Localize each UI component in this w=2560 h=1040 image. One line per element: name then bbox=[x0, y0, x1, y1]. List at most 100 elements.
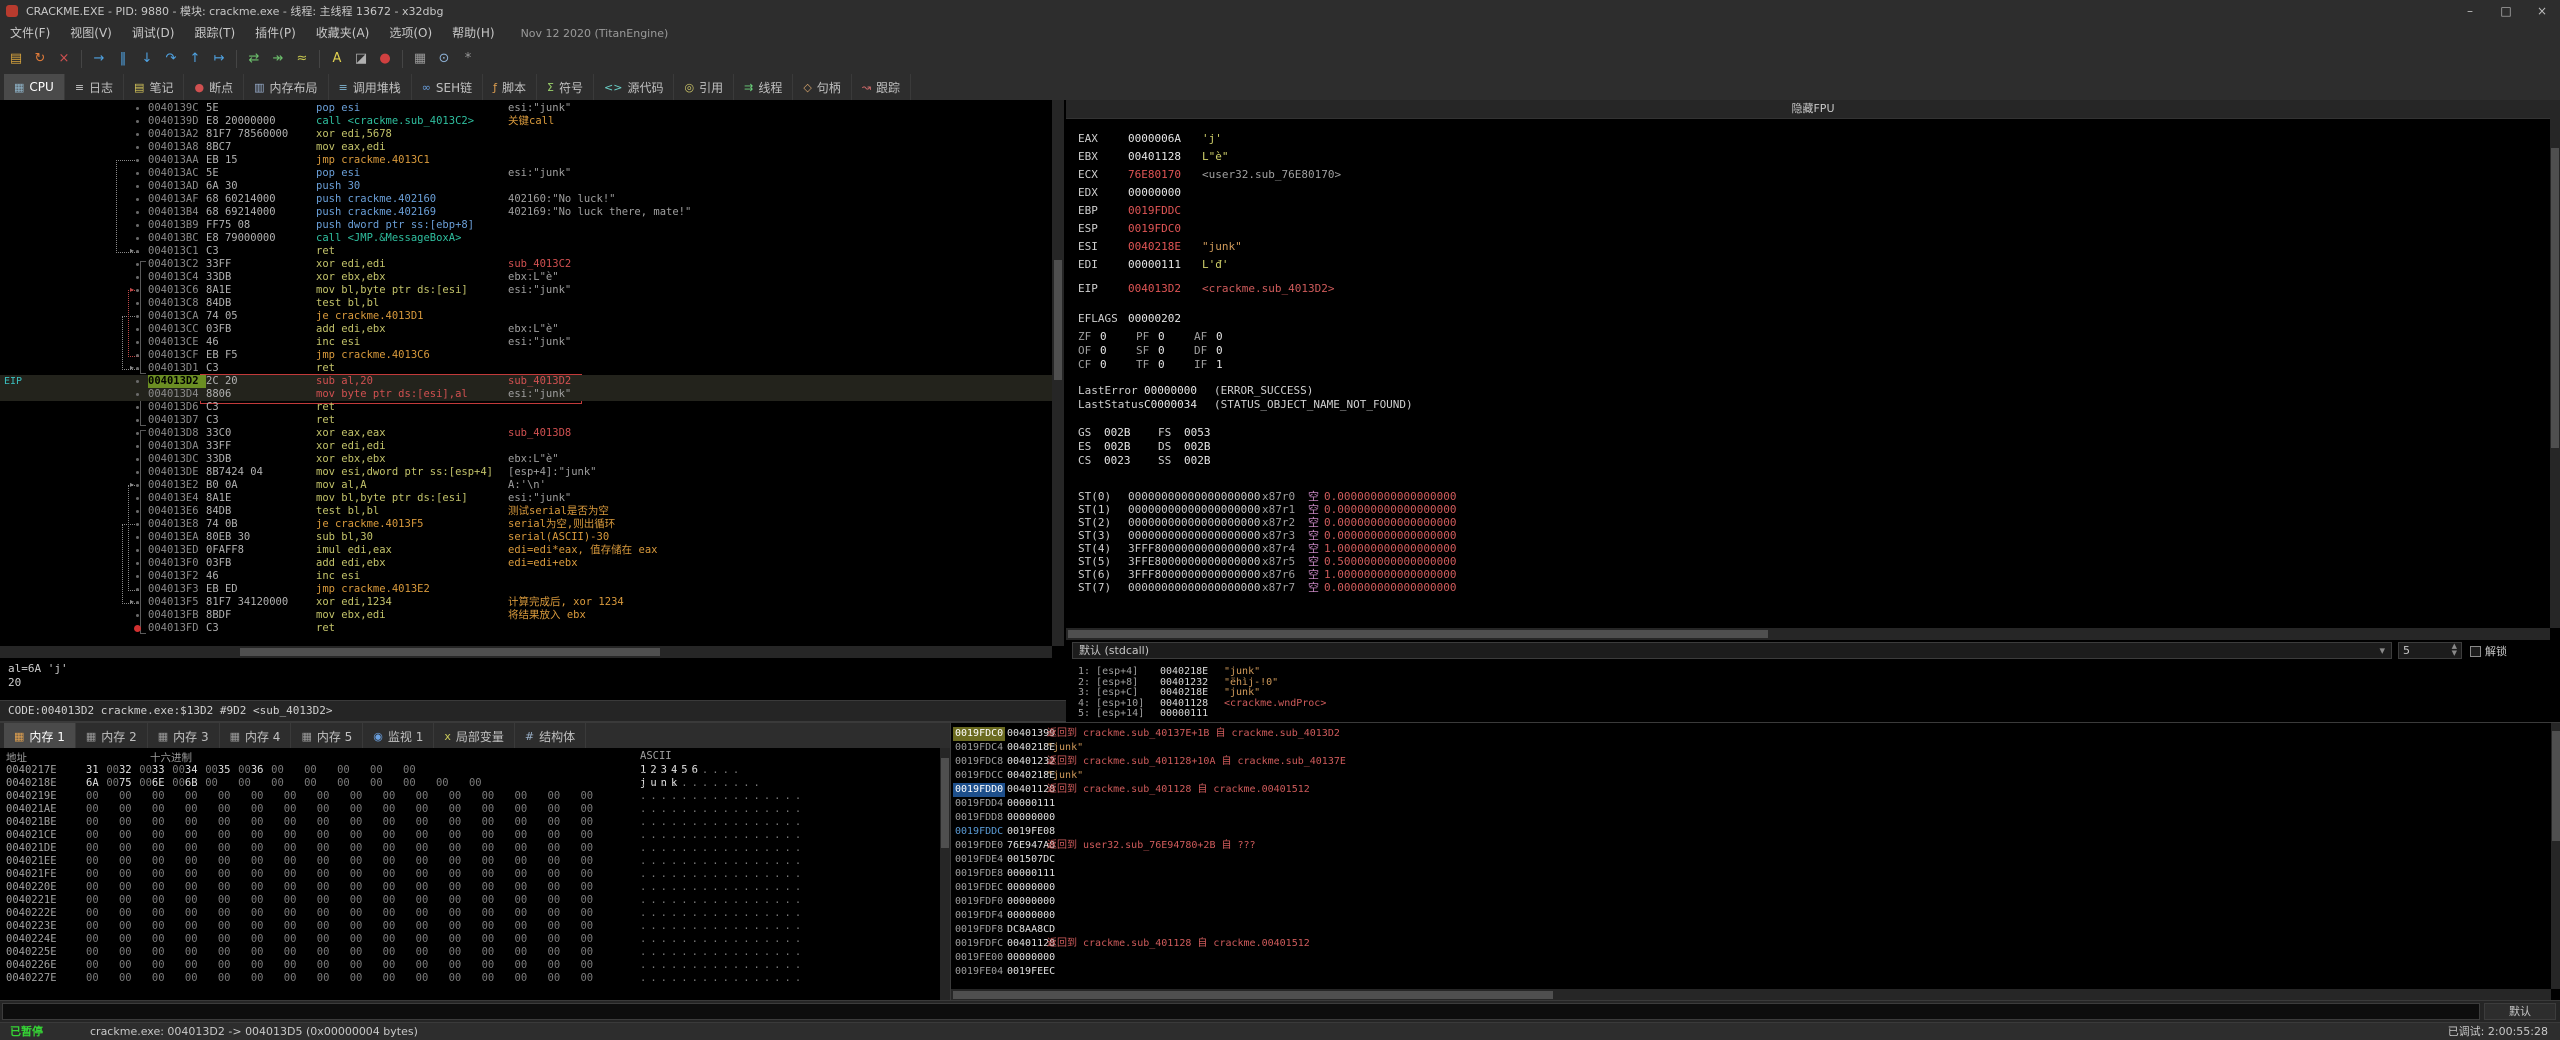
register-line[interactable]: LastStatus C0000034 (STATUS_OBJECT_NAME_NO… bbox=[1066, 398, 2560, 412]
calling-convention-select[interactable]: 默认 (stdcall) ▾ bbox=[1072, 642, 2392, 659]
disasm-row[interactable]: 004013D4 8806 mov byte ptr ds:[esi],al esi:… bbox=[0, 388, 1052, 401]
disasm-row[interactable]: 004013ED 0FAFF8 imul edi,eax edi=edi*eax, 值… bbox=[0, 544, 1052, 557]
tab-memory2[interactable]: ▦ 内存 2 bbox=[76, 723, 148, 749]
disasm-row[interactable]: 004013DE 8B7424 04 mov esi,dword ptr ss:[e… bbox=[0, 466, 1052, 479]
disasm-row[interactable]: 0040139D E8 20000000 call <crackme.sub_401… bbox=[0, 115, 1052, 128]
hex-row[interactable]: 004021BE 00 00 00 00 00 00 00 00 00 00 00… bbox=[0, 816, 950, 829]
register-line[interactable]: ST(2) 00000000000000000000 x87r2 空 0.0000000… bbox=[1066, 516, 2560, 530]
menu-item-3[interactable]: 跟踪(T) bbox=[184, 26, 245, 40]
hex-row[interactable]: 0040223E 00 00 00 00 00 00 00 00 00 00 00… bbox=[0, 920, 950, 933]
stack-row[interactable]: 0019FDE8 00000111 bbox=[951, 867, 2560, 881]
disasm-row[interactable]: 004013D1 C3 ret bbox=[0, 362, 1052, 375]
stack-row[interactable]: 0019FDC8 00401232 返回到 crackme.sub_401128+1… bbox=[951, 755, 2560, 769]
register-line[interactable]: EAX 0000006A 'j' bbox=[1066, 132, 2560, 146]
register-line[interactable]: EDX 00000000 bbox=[1066, 186, 2560, 200]
scrollbar-thumb[interactable] bbox=[2551, 148, 2559, 448]
scrollbar-thumb[interactable] bbox=[941, 758, 949, 848]
register-line[interactable]: LastError 00000000 (ERROR_SUCCESS) bbox=[1066, 384, 2560, 398]
register-line[interactable]: EBP 0019FDDC bbox=[1066, 204, 2560, 218]
tab-symbols[interactable]: Σ 符号 bbox=[537, 74, 595, 100]
menu-item-5[interactable]: 收藏夹(A) bbox=[306, 26, 380, 40]
tab-breakpoints[interactable]: ● 断点 bbox=[184, 74, 245, 100]
scrollbar-thumb[interactable] bbox=[1068, 630, 1768, 638]
hex-row[interactable]: 004021AE 00 00 00 00 00 00 00 00 00 00 00… bbox=[0, 803, 950, 816]
disasm-row[interactable]: 004013CE 46 inc esi esi:"junk" bbox=[0, 336, 1052, 349]
registers-horizontal-scrollbar[interactable] bbox=[1066, 628, 2550, 640]
disasm-row[interactable]: EIP 004013D2 2C 20 sub al,20 sub_4013D2 bbox=[0, 375, 1052, 388]
minimize-button[interactable]: – bbox=[2452, 0, 2488, 22]
registers-vertical-scrollbar[interactable] bbox=[2550, 118, 2560, 628]
disasm-vertical-scrollbar[interactable] bbox=[1052, 100, 1064, 646]
stack-row[interactable]: 0019FDC4 0040218E "junk" bbox=[951, 741, 2560, 755]
tab-memory5[interactable]: ▦ 内存 5 bbox=[291, 723, 364, 749]
tab-locals[interactable]: x 局部变量 bbox=[434, 723, 515, 749]
register-line[interactable]: ST(7) 00000000000000000000 x87r7 空 0.0000000… bbox=[1066, 581, 2560, 595]
hex-dump-view[interactable]: 地址 十六进制 ASCII 0040217E 31 32 33 34 35 36 … bbox=[0, 748, 950, 1000]
register-line[interactable]: GS 002B FS 0053 bbox=[1066, 426, 2560, 440]
argument-row[interactable]: 2: [esp+8] 00401232 "ëhìj-!0" bbox=[1066, 677, 2560, 688]
register-line[interactable]: ESP 0019FDC0 bbox=[1066, 222, 2560, 236]
breakpoint-icon[interactable]: ● bbox=[374, 48, 396, 70]
disasm-row[interactable]: 004013CF EB F5 jmp crackme.4013C6 bbox=[0, 349, 1052, 362]
menu-item-4[interactable]: 插件(P) bbox=[245, 26, 306, 40]
hex-row[interactable]: 0040221E 00 00 00 00 00 00 00 00 00 00 00… bbox=[0, 894, 950, 907]
tab-seh[interactable]: ∞ SEH链 bbox=[412, 74, 484, 100]
hex-row[interactable]: 0040227E 00 00 00 00 00 00 00 00 00 00 00… bbox=[0, 972, 950, 985]
disasm-row[interactable]: 004013C6 8A1E mov bl,byte ptr ds:[esi] esi:… bbox=[0, 284, 1052, 297]
memory-map-icon[interactable]: ▦ bbox=[409, 48, 431, 70]
register-line[interactable]: ZF 0 PF 0 AF 0 bbox=[1066, 330, 2560, 344]
stack-row[interactable]: 0019FDDC 0019FE08 bbox=[951, 825, 2560, 839]
patch-icon[interactable]: ◪ bbox=[350, 48, 372, 70]
hex-row[interactable]: 0040219E 00 00 00 00 00 00 00 00 00 00 00… bbox=[0, 790, 950, 803]
menu-item-6[interactable]: 选项(O) bbox=[379, 26, 442, 40]
disasm-row[interactable]: 0040139C 5E pop esi esi:"junk" bbox=[0, 102, 1052, 115]
tab-trace[interactable]: ↝ 跟踪 bbox=[852, 74, 912, 100]
hex-vertical-scrollbar[interactable] bbox=[940, 748, 950, 1000]
disasm-row[interactable]: 004013CC 03FB add edi,ebx ebx:L"è" bbox=[0, 323, 1052, 336]
disasm-row[interactable]: 004013E4 8A1E mov bl,byte ptr ds:[esi] esi:… bbox=[0, 492, 1052, 505]
scrollbar-thumb[interactable] bbox=[2552, 731, 2560, 841]
disasm-row[interactable]: 004013AC 5E pop esi esi:"junk" bbox=[0, 167, 1052, 180]
register-line[interactable]: EDI 00000111 L'đ' bbox=[1066, 258, 2560, 272]
search-icon[interactable]: ⊙ bbox=[433, 48, 455, 70]
stack-row[interactable]: 0019FDD0 00401128 返回到 crackme.sub_401128 自… bbox=[951, 783, 2560, 797]
tab-call-stack[interactable]: ≡ 调用堆栈 bbox=[329, 74, 412, 100]
tab-memory4[interactable]: ▦ 内存 4 bbox=[220, 723, 292, 749]
command-input[interactable] bbox=[2, 1003, 2480, 1020]
stack-row[interactable]: 0019FDF8 DC8AA8CD bbox=[951, 923, 2560, 937]
register-line[interactable]: ST(4) 3FFF8000000000000000 x87r4 空 1.0000000… bbox=[1066, 542, 2560, 556]
stack-row[interactable]: 0019FDCC 0040218E "junk" bbox=[951, 769, 2560, 783]
argument-row[interactable]: 4: [esp+10] 00401128 <crackme.wndProc> bbox=[1066, 698, 2560, 709]
hex-row[interactable]: 004021DE 00 00 00 00 00 00 00 00 00 00 00… bbox=[0, 842, 950, 855]
menu-item-7[interactable]: 帮助(H) bbox=[442, 26, 504, 40]
command-default-select[interactable]: 默认 bbox=[2484, 1003, 2556, 1020]
disasm-row[interactable]: 004013DC 33DB xor ebx,ebx ebx:L"è" bbox=[0, 453, 1052, 466]
open-file-icon[interactable]: ▤ bbox=[5, 48, 27, 70]
disasm-row[interactable]: 004013D8 33C0 xor eax,eax sub_4013D8 bbox=[0, 427, 1052, 440]
tab-cpu[interactable]: ▦ CPU bbox=[4, 74, 65, 100]
disasm-row[interactable]: 004013EA 80EB 30 sub bl,30 serial(ASCII)-30 bbox=[0, 531, 1052, 544]
menu-item-0[interactable]: 文件(F) bbox=[0, 26, 60, 40]
stack-row[interactable]: 0019FDFC 00401128 返回到 crackme.sub_401128 自… bbox=[951, 937, 2560, 951]
hex-row[interactable]: 004021CE 00 00 00 00 00 00 00 00 00 00 00… bbox=[0, 829, 950, 842]
stack-row[interactable]: 0019FDD8 00000000 bbox=[951, 811, 2560, 825]
hex-row[interactable]: 0040225E 00 00 00 00 00 00 00 00 00 00 00… bbox=[0, 946, 950, 959]
register-line[interactable]: OF 0 SF 0 DF 0 bbox=[1066, 344, 2560, 358]
step-into-icon[interactable]: ↓ bbox=[136, 48, 158, 70]
disasm-row[interactable]: 004013B4 68 69214000 push crackme.402169 40… bbox=[0, 206, 1052, 219]
pause-icon[interactable]: ‖ bbox=[112, 48, 134, 70]
register-line[interactable]: ST(5) 3FFE8000000000000000 x87r5 空 0.5000000… bbox=[1066, 555, 2560, 569]
tab-memory1[interactable]: ▦ 内存 1 bbox=[4, 723, 76, 749]
run-to-user-code-icon[interactable]: ↦ bbox=[208, 48, 230, 70]
disasm-row[interactable]: 004013A8 8BC7 mov eax,edi bbox=[0, 141, 1052, 154]
assemble-icon[interactable]: A bbox=[326, 48, 348, 70]
trace-into-icon[interactable]: ⇄ bbox=[243, 48, 265, 70]
scrollbar-thumb[interactable] bbox=[1054, 260, 1062, 380]
stack-row[interactable]: 0019FE04 0019FEEC bbox=[951, 965, 2560, 979]
trace-over-icon[interactable]: ↠ bbox=[267, 48, 289, 70]
disasm-row[interactable]: 004013DA 33FF xor edi,edi bbox=[0, 440, 1052, 453]
stack-row[interactable]: 0019FE00 00000000 bbox=[951, 951, 2560, 965]
stack-row[interactable]: 0019FDF4 00000000 bbox=[951, 909, 2560, 923]
disasm-row[interactable]: 004013CA 74 05 je crackme.4013D1 bbox=[0, 310, 1052, 323]
argument-row[interactable]: 3: [esp+C] 0040218E "junk" bbox=[1066, 687, 2560, 698]
